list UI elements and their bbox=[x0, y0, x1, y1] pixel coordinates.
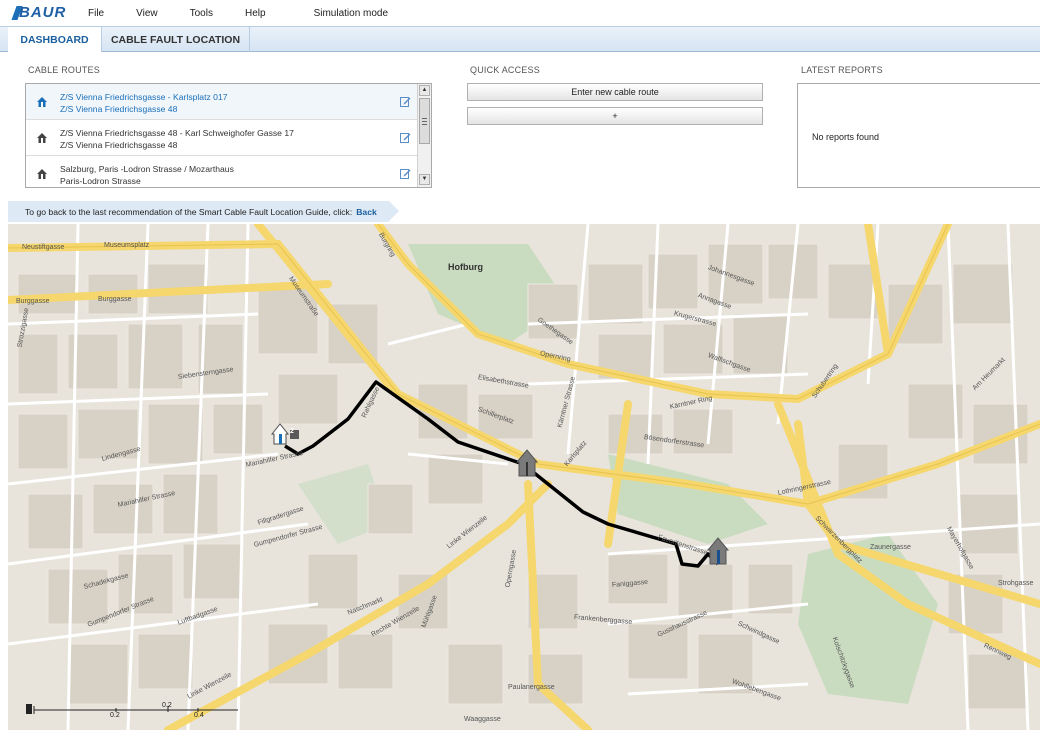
cable-route-station: Z/S Vienna Friedrichsgasse 48 bbox=[60, 104, 178, 114]
place-label: Hofburg bbox=[448, 262, 483, 272]
street-label: Waaggasse bbox=[464, 716, 501, 723]
street-label: Neustiftgasse bbox=[22, 244, 65, 251]
hint-arrow-icon bbox=[389, 201, 399, 221]
latest-reports-panel: No reports found bbox=[797, 83, 1040, 188]
baur-logo: BAUR bbox=[11, 4, 72, 21]
guide-hint-bar: To go back to the last recommendation of… bbox=[8, 201, 389, 222]
tab-dashboard[interactable]: DASHBOARD bbox=[8, 27, 102, 52]
cable-route-station: Z/S Vienna Friedrichsgasse 48 bbox=[60, 140, 178, 150]
cable-route-name: Salzburg, Paris -Lodron Strasse / Mozart… bbox=[60, 164, 234, 174]
edit-icon[interactable] bbox=[400, 132, 411, 143]
street-label: Strohgasse bbox=[998, 580, 1034, 587]
scroll-thumb[interactable] bbox=[419, 98, 430, 144]
no-reports-text: No reports found bbox=[812, 132, 880, 142]
map-view[interactable]: Hofburg Neustiftgasse Museumsplatz Burgg… bbox=[8, 224, 1040, 730]
cable-route-item[interactable]: Z/S Vienna Friedrichsgasse 48 - Karl Sch… bbox=[26, 120, 418, 156]
scale-label: 0.2 bbox=[110, 712, 120, 719]
latest-reports-title: LATEST REPORTS bbox=[801, 65, 883, 75]
menu-bar: BAUR File View Tools Help Simulation mod… bbox=[0, 0, 1040, 26]
logo-text: BAUR bbox=[19, 4, 67, 21]
scale-label: 0.2 bbox=[162, 702, 172, 709]
start-station-icon bbox=[270, 423, 299, 445]
enter-new-cable-route-button[interactable]: Enter new cable route bbox=[467, 83, 763, 101]
cable-routes-list: Z/S Vienna Friedrichsgasse - Karlsplatz … bbox=[25, 83, 432, 188]
substation-house-icon bbox=[37, 97, 47, 107]
menu-file[interactable]: File bbox=[88, 8, 104, 19]
scroll-up-icon[interactable]: ▲ bbox=[419, 85, 430, 96]
street-label: Burggasse bbox=[16, 298, 50, 305]
edit-icon[interactable] bbox=[400, 168, 411, 179]
cable-route-station: Paris-Lodron Strasse bbox=[60, 176, 141, 186]
add-button[interactable]: + bbox=[467, 107, 763, 125]
scale-label: 0.4 bbox=[194, 712, 204, 719]
cable-route-name: Z/S Vienna Friedrichsgasse - Karlsplatz … bbox=[60, 92, 228, 102]
substation-house-icon bbox=[37, 169, 47, 179]
menu-view[interactable]: View bbox=[136, 8, 158, 19]
back-link[interactable]: Back bbox=[356, 207, 377, 217]
scroll-down-icon[interactable]: ▼ bbox=[419, 174, 430, 185]
street-label: Burggasse bbox=[98, 296, 132, 303]
cable-route-item[interactable]: Z/S Vienna Friedrichsgasse - Karlsplatz … bbox=[26, 84, 418, 120]
cable-route-name: Z/S Vienna Friedrichsgasse 48 - Karl Sch… bbox=[60, 128, 294, 138]
map-canvas bbox=[8, 224, 1040, 730]
street-label: Museumsplatz bbox=[104, 242, 150, 249]
station-count-badge: 2 bbox=[290, 428, 294, 435]
simulation-mode-label: Simulation mode bbox=[313, 7, 389, 19]
tab-cable-fault-location[interactable]: CABLE FAULT LOCATION bbox=[102, 27, 250, 52]
menu-help[interactable]: Help bbox=[245, 8, 266, 19]
menu-tools[interactable]: Tools bbox=[190, 8, 213, 19]
routes-scrollbar[interactable]: ▲ ▼ bbox=[417, 84, 431, 187]
cable-route-item[interactable]: Salzburg, Paris -Lodron Strasse / Mozart… bbox=[26, 156, 418, 187]
quick-access-title: QUICK ACCESS bbox=[470, 65, 540, 75]
hint-text: To go back to the last recommendation of… bbox=[25, 206, 353, 217]
tab-bar: DASHBOARD CABLE FAULT LOCATION bbox=[0, 26, 1040, 52]
substation-house-icon bbox=[37, 133, 47, 143]
cable-routes-title: CABLE ROUTES bbox=[28, 65, 100, 75]
street-label: Paulanergasse bbox=[508, 684, 555, 691]
street-label: Zaunergasse bbox=[870, 544, 911, 551]
edit-icon[interactable] bbox=[400, 96, 411, 107]
